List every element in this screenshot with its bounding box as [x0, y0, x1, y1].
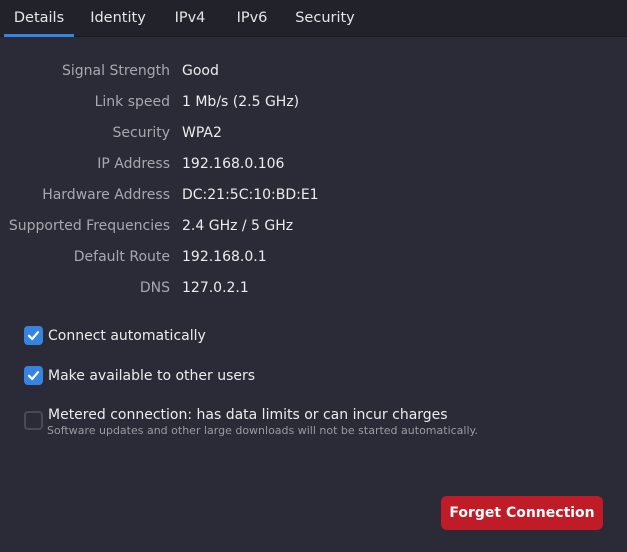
detail-value: 192.168.0.1: [182, 249, 267, 265]
connection-details-window: Details Identity IPv4 IPv6 Security Sign…: [0, 0, 627, 552]
checkbox-sublabel: Software updates and other large downloa…: [47, 424, 478, 437]
tab-ipv6[interactable]: IPv6: [226, 0, 278, 36]
detail-row-supported-frequencies: Supported Frequencies 2.4 GHz / 5 GHz: [0, 215, 627, 237]
detail-value: 1 Mb/s (2.5 GHz): [182, 94, 300, 110]
detail-label: Signal Strength: [61, 63, 170, 79]
checkbox-label: Metered connection: has data limits or c…: [48, 407, 448, 423]
tab-security[interactable]: Security: [287, 0, 363, 36]
detail-row-ip-address: IP Address 192.168.0.106: [0, 153, 627, 175]
detail-value: Good: [182, 63, 219, 79]
detail-row-dns: DNS 127.0.2.1: [0, 277, 627, 299]
checkbox-checked-icon[interactable]: [24, 326, 43, 345]
detail-value: WPA2: [182, 125, 222, 141]
detail-label: Default Route: [73, 249, 170, 265]
checkbox-label: Connect automatically: [48, 328, 206, 344]
detail-label: DNS: [139, 280, 170, 296]
detail-row-default-route: Default Route 192.168.0.1: [0, 246, 627, 268]
tab-ipv4[interactable]: IPv4: [164, 0, 216, 36]
tab-identity[interactable]: Identity: [82, 0, 154, 36]
detail-row-security: Security WPA2: [0, 122, 627, 144]
detail-row-hardware-address: Hardware Address DC:21:5C:10:BD:E1: [0, 184, 627, 206]
detail-label: Supported Frequencies: [8, 218, 170, 234]
checkbox-checked-icon[interactable]: [24, 366, 43, 385]
available-to-other-users-checkbox[interactable]: Make available to other users: [24, 366, 264, 386]
tab-details[interactable]: Details: [4, 0, 74, 37]
detail-value: 192.168.0.106: [182, 156, 285, 172]
detail-value: 2.4 GHz / 5 GHz: [182, 218, 294, 234]
forget-connection-button[interactable]: Forget Connection: [441, 496, 603, 530]
detail-row-link-speed: Link speed 1 Mb/s (2.5 GHz): [0, 91, 627, 113]
detail-row-signal-strength: Signal Strength Good: [0, 60, 627, 82]
detail-label: Link speed: [94, 94, 170, 110]
connect-automatically-checkbox[interactable]: Connect automatically: [24, 326, 224, 346]
tab-bar: Details Identity IPv4 IPv6 Security: [0, 0, 627, 37]
checkbox-unchecked-icon[interactable]: [24, 411, 43, 430]
detail-label: Security: [112, 125, 171, 141]
checkbox-label: Make available to other users: [48, 368, 256, 384]
detail-value: DC:21:5C:10:BD:E1: [182, 187, 319, 203]
metered-connection-checkbox[interactable]: Metered connection: has data limits or c…: [24, 407, 478, 441]
detail-label: IP Address: [97, 156, 170, 172]
detail-value: 127.0.2.1: [182, 280, 249, 296]
detail-label: Hardware Address: [42, 187, 170, 203]
